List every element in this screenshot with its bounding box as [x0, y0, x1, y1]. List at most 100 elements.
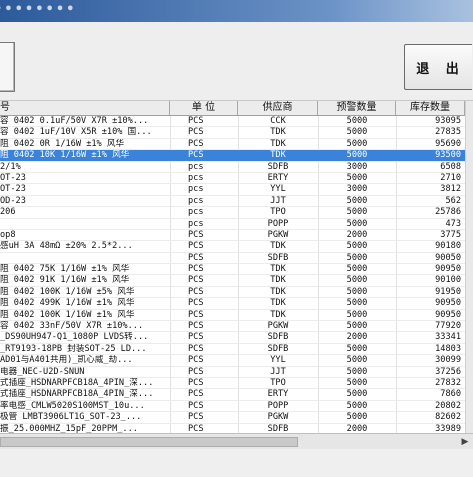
- cell-unit: PCS: [188, 241, 204, 252]
- cell-description: 容 0402 0.1uF/50V X7R ±10%...: [0, 116, 149, 126]
- cell-supplier: TDK: [270, 275, 286, 286]
- table-row[interactable]: 电器_NEC-U2D-SNUN PCS JJT 5000 37256: [0, 367, 473, 378]
- table-row[interactable]: 阻 0402 100K 1/16W ±1% 风华 PCS TDK 5000 90950: [0, 309, 473, 322]
- inventory-table[interactable]: 号 单 位 供应商 预警数量 库存数量 容 0402 0.1uF/50V X7R…: [0, 101, 473, 433]
- cell-stock-qty: 3812: [440, 184, 461, 195]
- table-row[interactable]: op8 PCS PGKW 2000 3775: [0, 229, 473, 242]
- column-header-alert-qty[interactable]: 预警数量: [318, 101, 396, 115]
- toolbar: 退 出: [0, 22, 473, 101]
- cell-description: 阻 0402 100K 1/16W ±5% 风华: [0, 286, 135, 297]
- exit-button[interactable]: 退 出: [404, 44, 472, 90]
- cell-unit: PCS: [188, 309, 204, 320]
- table-row[interactable]: 2/1% pcs SDFB 3000 6508: [0, 162, 473, 173]
- table-row[interactable]: 阻 0402 499K 1/16W ±1% 风华 PCS TDK 5000 90950: [0, 298, 473, 310]
- cell-stock-qty: 82602: [435, 412, 461, 423]
- table-row[interactable]: 206 pcs TPO 5000 25786: [0, 207, 473, 219]
- cell-stock-qty: 95690: [435, 138, 461, 149]
- cell-stock-qty: 33989: [435, 423, 461, 433]
- cell-unit: pcs: [188, 207, 204, 218]
- horizontal-scrollbar[interactable]: ▶: [0, 433, 473, 450]
- cell-stock-qty: 77920: [435, 321, 461, 332]
- cell-unit: PCS: [188, 400, 204, 411]
- cell-unit: PCS: [188, 366, 204, 377]
- column-header-stock-qty[interactable]: 库存数量: [396, 101, 465, 115]
- column-header-part-no[interactable]: 号: [0, 101, 170, 115]
- cell-supplier: TDK: [270, 127, 286, 138]
- cell-description: 206: [0, 207, 16, 218]
- window-title: ••••••••: [0, 2, 77, 17]
- table-row[interactable]: AD01与A401共用)_凯心威_劫... PCS YYL 5000 30099: [0, 355, 473, 367]
- toolbar-button-partial[interactable]: [0, 42, 15, 92]
- scrollbar-thumb[interactable]: [0, 437, 298, 447]
- table-row[interactable]: OT-23 pcs ERTY 5000 2710: [0, 172, 473, 185]
- cell-supplier: TPO: [270, 377, 286, 388]
- column-header-unit[interactable]: 单 位: [170, 101, 238, 115]
- cell-unit: PCS: [188, 127, 204, 138]
- cell-unit: pcs: [188, 161, 204, 172]
- cell-supplier: POPP: [267, 400, 289, 411]
- cell-unit: PCS: [188, 264, 204, 275]
- vertical-scrollbar[interactable]: [465, 101, 473, 433]
- cell-supplier: PGKW: [267, 321, 289, 332]
- table-row[interactable]: 阻 0402 91K 1/16W ±1% 风华 PCS TDK 5000 90100: [0, 275, 473, 287]
- cell-supplier: JJT: [270, 366, 286, 377]
- table-row[interactable]: 容 0402 33nF/50V X7R ±10%... PCS PGKW 5000 77…: [0, 321, 473, 333]
- cell-unit: PCS: [188, 150, 204, 161]
- cell-stock-qty: 7860: [440, 389, 461, 400]
- cell-description: 振_25.000MHZ_15pF_20PPM_...: [0, 423, 138, 433]
- table-row[interactable]: 率电感_CMLW5020S100MST_10u... PCS POPP 5000 208…: [0, 400, 473, 413]
- cell-description: [0, 253, 170, 264]
- cell-unit: PCS: [188, 343, 204, 354]
- cell-unit: pcs: [188, 184, 204, 195]
- table-row[interactable]: _RT9193-18PB 封装SOT-25 LD... PCS SDFB 5000 14…: [0, 343, 473, 356]
- cell-supplier: JJT: [270, 195, 286, 206]
- table-row[interactable]: _DS90UH947-Q1_1080P LVDS转... PCS SDFB 2000 3…: [0, 332, 473, 344]
- table-row[interactable]: 极管 LMBT3906LT1G_SOT-23_... PCS PGKW 5000 826…: [0, 412, 473, 424]
- cell-stock-qty: 473: [445, 218, 461, 229]
- cell-stock-qty: 33341: [435, 332, 461, 343]
- table-row[interactable]: 容 0402 1uF/10V X5R ±10% 国... PCS TDK 5000 27…: [0, 127, 473, 139]
- table-row[interactable]: 阻 0402 100K 1/16W ±5% 风华 PCS TDK 5000 91950: [0, 286, 473, 299]
- cell-description: op8: [0, 229, 16, 240]
- column-header-supplier[interactable]: 供应商: [238, 101, 318, 115]
- cell-description: 阻 0402 499K 1/16W ±1% 风华: [0, 298, 135, 309]
- table-row[interactable]: OT-23 pcs YYL 3000 3812: [0, 184, 473, 196]
- table-body: 容 0402 0.1uF/50V X7R ±10%... PCS CCK 5000 93…: [0, 116, 473, 433]
- cell-supplier: SDFB: [267, 332, 289, 343]
- cell-description: 式插座_HSDNARPFCB18A_4PIN_深...: [0, 389, 154, 400]
- table-row[interactable]: 阻 0402 0R 1/16W ±1% 风华 PCS TDK 5000 95690: [0, 138, 473, 151]
- table-row[interactable]: pcs POPP 5000 473: [0, 219, 473, 230]
- cell-description: _RT9193-18PB 封装SOT-25 LD...: [0, 343, 147, 354]
- table-row[interactable]: 式插座_HSDNARPFCB18A_4PIN_深... PCS ERTY 5000 78…: [0, 389, 473, 401]
- cell-alert-qty: 5000: [346, 412, 368, 423]
- table-row[interactable]: 容 0402 0.1uF/50V X7R ±10%... PCS CCK 5000 93…: [0, 116, 473, 128]
- cell-description: 阻 0402 100K 1/16W ±1% 风华: [0, 309, 135, 320]
- cell-unit: PCS: [188, 275, 204, 286]
- table-row[interactable]: 感uH 3A 48mΩ ±20% 2.5*2... PCS TDK 5000 90180: [0, 241, 473, 253]
- cell-alert-qty: 5000: [346, 252, 368, 263]
- cell-description: OD-23: [0, 195, 26, 206]
- cell-stock-qty: 90950: [435, 264, 461, 275]
- table-row[interactable]: OD-23 pcs JJT 5000 562: [0, 195, 473, 208]
- cell-alert-qty: 5000: [346, 207, 368, 218]
- scroll-right-icon[interactable]: ▶: [458, 435, 472, 449]
- table-row[interactable]: PCS SDFB 5000 90050: [0, 252, 473, 265]
- cell-alert-qty: 5000: [346, 286, 368, 297]
- cell-supplier: YYL: [270, 184, 286, 195]
- cell-unit: PCS: [188, 377, 204, 388]
- cell-alert-qty: 5000: [346, 298, 368, 309]
- cell-stock-qty: 37256: [435, 366, 461, 377]
- cell-unit: PCS: [188, 138, 204, 149]
- cell-alert-qty: 5000: [346, 138, 368, 149]
- cell-supplier: PGKW: [267, 412, 289, 423]
- cell-description: 阻 0402 10K 1/16W ±1% 风华: [0, 150, 130, 161]
- cell-stock-qty: 2710: [440, 172, 461, 183]
- table-row-selected[interactable]: 阻 0402 10K 1/16W ±1% 风华 PCS TDK 5000 93500: [0, 150, 473, 162]
- table-row[interactable]: 阻 0402 75K 1/16W ±1% 风华 PCS TDK 5000 90950: [0, 264, 473, 276]
- cell-stock-qty: 27835: [435, 127, 461, 138]
- cell-stock-qty: 25786: [435, 207, 461, 218]
- cell-description: OT-23: [0, 172, 26, 183]
- table-row[interactable]: 振_25.000MHZ_15pF_20PPM_... PCS SDFB 2000 339…: [0, 424, 473, 433]
- cell-supplier: TDK: [270, 298, 286, 309]
- table-row[interactable]: 式插座_HSDNARPFCB18A_4PIN_深... PCS TPO 5000 278…: [0, 377, 473, 390]
